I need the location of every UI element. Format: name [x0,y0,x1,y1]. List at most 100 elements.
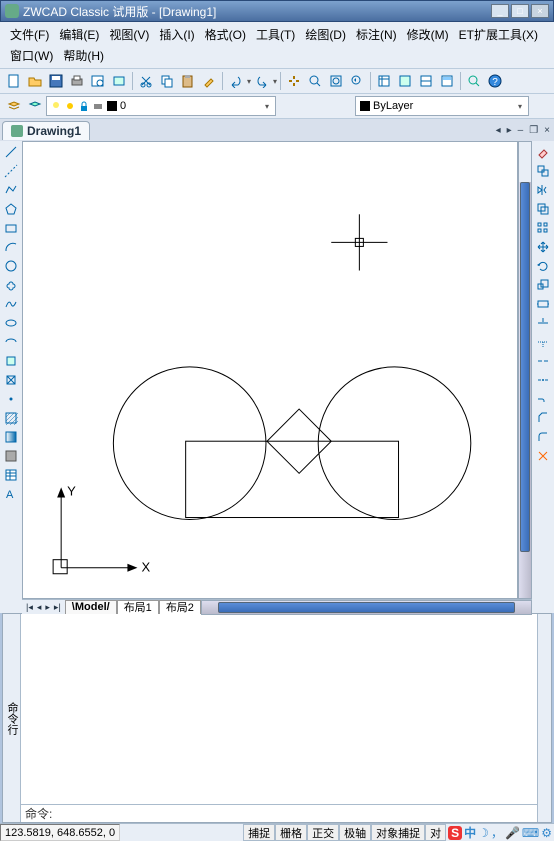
menu-modify[interactable]: 修改(M) [403,24,453,45]
new-button[interactable] [4,71,24,91]
calc-button[interactable] [437,71,457,91]
copy-button[interactable] [157,71,177,91]
menu-help[interactable]: 帮助(H) [59,45,108,66]
properties-button[interactable] [374,71,394,91]
hatch-tool[interactable] [2,409,20,427]
doc-next-button[interactable]: ▸ [505,125,514,136]
color-combo[interactable]: ▾ [355,96,529,116]
menu-edit[interactable]: 编辑(E) [55,24,103,45]
break-tool[interactable] [534,371,552,389]
tab-layout1[interactable]: 布局1 [117,600,159,615]
command-input[interactable] [56,805,537,822]
spline-tool[interactable] [2,295,20,313]
redo-dropdown[interactable]: ▾ [273,77,277,86]
erase-tool[interactable] [534,143,552,161]
menu-draw[interactable]: 绘图(D) [301,24,350,45]
match-prop-button[interactable] [199,71,219,91]
ime-keyboard-icon[interactable]: ⌨ [522,826,539,840]
design-center-button[interactable] [395,71,415,91]
bylayer-input[interactable] [373,100,515,112]
doc-restore-button[interactable]: ❐ [527,125,540,136]
polyline-tool[interactable] [2,181,20,199]
tool-palettes-button[interactable] [416,71,436,91]
insert-block-tool[interactable] [2,352,20,370]
help-button[interactable]: ? [485,71,505,91]
minimize-button[interactable]: _ [491,4,509,18]
ime-mic-icon[interactable]: 🎤 [505,826,520,840]
gradient-tool[interactable] [2,428,20,446]
ime-lang[interactable]: 中 [464,824,476,841]
fillet-tool[interactable] [534,428,552,446]
trim-tool[interactable] [534,314,552,332]
publish-button[interactable] [109,71,129,91]
status-osnap[interactable]: 对象捕捉 [371,824,425,841]
line-tool[interactable] [2,143,20,161]
doc-close-button[interactable]: × [542,125,552,136]
ellipse-tool[interactable] [2,314,20,332]
drawing-canvas[interactable]: Y X [22,141,518,599]
ime-s-icon[interactable]: S [448,826,462,840]
status-polar[interactable]: 极轴 [339,824,371,841]
status-otrack[interactable]: 对 [425,824,446,841]
print-button[interactable] [67,71,87,91]
prev-layout-button[interactable]: ◂ [35,602,44,613]
command-history[interactable] [21,614,537,804]
mtext-tool[interactable]: A [2,485,20,503]
point-tool[interactable] [2,390,20,408]
color-dropdown[interactable]: ▾ [515,102,525,111]
save-button[interactable] [46,71,66,91]
tab-layout2[interactable]: 布局2 [159,600,201,615]
maximize-button[interactable]: □ [511,4,529,18]
cut-button[interactable] [136,71,156,91]
copy-tool[interactable] [534,162,552,180]
break-point-tool[interactable] [534,352,552,370]
rectangle-tool[interactable] [2,219,20,237]
explode-tool[interactable] [534,447,552,465]
status-snap[interactable]: 捕捉 [243,824,275,841]
print-preview-button[interactable] [88,71,108,91]
document-tab[interactable]: Drawing1 [2,121,90,140]
close-button[interactable]: × [531,4,549,18]
ime-gear-icon[interactable]: ⚙ [541,826,552,840]
arc-tool[interactable] [2,238,20,256]
make-block-tool[interactable] [2,371,20,389]
paste-button[interactable] [178,71,198,91]
menu-tools[interactable]: 工具(T) [252,24,299,45]
zoom-realtime-button[interactable] [305,71,325,91]
status-grid[interactable]: 栅格 [275,824,307,841]
layer-state-button[interactable] [25,96,45,116]
ime-moon-icon[interactable]: ☽ [478,826,489,840]
menu-view[interactable]: 视图(V) [105,24,153,45]
menu-ettools[interactable]: ET扩展工具(X) [455,24,542,45]
menu-file[interactable]: 文件(F) [6,24,53,45]
status-ortho[interactable]: 正交 [307,824,339,841]
pan-button[interactable] [284,71,304,91]
zoom-window-button[interactable] [326,71,346,91]
open-button[interactable] [25,71,45,91]
layer-dropdown[interactable]: ▾ [262,102,272,111]
menu-format[interactable]: 格式(O) [201,24,250,45]
undo-button[interactable] [226,71,246,91]
zoom-previous-button[interactable] [347,71,367,91]
undo-dropdown[interactable]: ▾ [247,77,251,86]
ellipse-arc-tool[interactable] [2,333,20,351]
circle-tool[interactable] [2,257,20,275]
array-tool[interactable] [534,219,552,237]
menu-window[interactable]: 窗口(W) [6,45,57,66]
offset-tool[interactable] [534,200,552,218]
join-tool[interactable] [534,390,552,408]
menu-dimension[interactable]: 标注(N) [352,24,401,45]
doc-minimize-button[interactable]: – [516,125,526,136]
command-vscrollbar[interactable] [537,614,551,822]
layer-name-input[interactable] [120,100,262,112]
status-coords[interactable]: 123.5819, 648.6552, 0 [0,824,120,841]
polygon-tool[interactable] [2,200,20,218]
mirror-tool[interactable] [534,181,552,199]
layer-manager-button[interactable] [4,96,24,116]
doc-prev-button[interactable]: ◂ [494,125,503,136]
table-tool[interactable] [2,466,20,484]
revcloud-tool[interactable] [2,276,20,294]
ime-punct-icon[interactable]: ， [491,824,503,841]
region-tool[interactable] [2,447,20,465]
rotate-tool[interactable] [534,257,552,275]
